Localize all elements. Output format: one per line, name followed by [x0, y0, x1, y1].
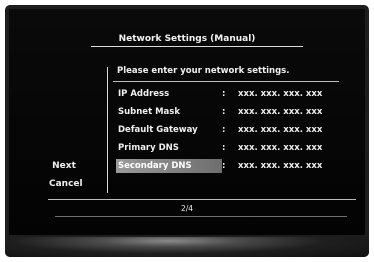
page-title: Network Settings (Manual): [118, 34, 256, 44]
prompt-divider: [113, 81, 339, 82]
left-nav: Next Cancel: [49, 160, 83, 196]
subnet-mask-value[interactable]: xxx. xxx. xxx. xxx: [238, 105, 322, 119]
field-separator: :: [222, 143, 226, 153]
field-row-ip-address[interactable]: IP Address : xxx. xxx. xxx. xxx: [111, 87, 343, 101]
title-divider: [91, 46, 303, 47]
footer-divider-lower: [55, 216, 347, 217]
field-row-primary-dns[interactable]: Primary DNS : xxx. xxx. xxx. xxx: [111, 141, 343, 155]
cancel-button[interactable]: Cancel: [49, 178, 83, 190]
page-indicator: 2/4: [180, 204, 194, 213]
tv-bezel-reflection: [5, 237, 369, 257]
field-row-default-gateway[interactable]: Default Gateway : xxx. xxx. xxx. xxx: [111, 123, 343, 137]
field-row-subnet-mask[interactable]: Subnet Mask : xxx. xxx. xxx. xxx: [111, 105, 343, 119]
field-label: Primary DNS: [118, 143, 179, 153]
footer-divider: [48, 199, 356, 200]
field-row-secondary-dns[interactable]: Secondary DNS : xxx. xxx. xxx. xxx: [111, 159, 343, 173]
field-separator: :: [222, 89, 226, 99]
field-label-selected: Secondary DNS: [116, 159, 222, 173]
field-separator: :: [222, 107, 226, 117]
field-separator: :: [222, 125, 226, 135]
next-button[interactable]: Next: [49, 160, 79, 172]
field-label: IP Address: [118, 89, 170, 99]
vertical-divider: [107, 67, 108, 193]
primary-dns-value[interactable]: xxx. xxx. xxx. xxx: [238, 141, 322, 155]
instruction-text: Please enter your network settings.: [117, 66, 290, 76]
tv-frame: Network Settings (Manual) Next Cancel Pl…: [5, 5, 369, 257]
field-label: Subnet Mask: [118, 107, 181, 117]
ip-address-value[interactable]: xxx. xxx. xxx. xxx: [238, 87, 322, 101]
secondary-dns-value[interactable]: xxx. xxx. xxx. xxx: [238, 159, 322, 173]
field-separator: :: [222, 161, 226, 171]
default-gateway-value[interactable]: xxx. xxx. xxx. xxx: [238, 123, 322, 137]
field-label: Default Gateway: [118, 125, 198, 135]
settings-screen: Network Settings (Manual) Next Cancel Pl…: [9, 9, 365, 235]
